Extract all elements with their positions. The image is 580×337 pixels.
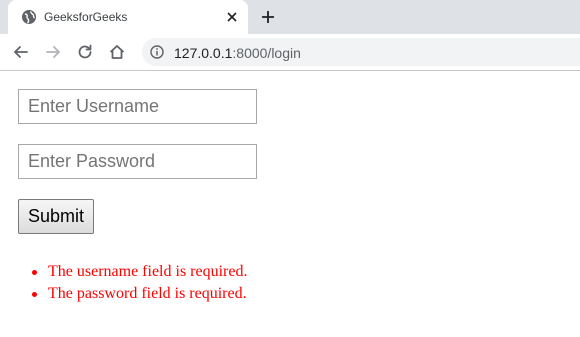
tab-title: GeeksforGeeks [44, 10, 128, 24]
error-text: The password field is required. [48, 285, 247, 302]
globe-icon [22, 10, 36, 24]
username-input[interactable] [18, 89, 257, 124]
password-input[interactable] [18, 144, 257, 179]
submit-button[interactable]: Submit [18, 199, 94, 234]
address-bar[interactable]: 127.0.0.1:8000/login [142, 38, 580, 66]
browser-tab[interactable]: GeeksforGeeks [8, 0, 248, 34]
error-message: The username field is required. [32, 261, 248, 283]
bullet [32, 270, 37, 275]
info-icon[interactable] [150, 45, 164, 59]
bullet [32, 292, 37, 297]
page-content: Submit The username field is required. T… [0, 71, 580, 337]
reload-icon[interactable] [75, 42, 95, 62]
browser-toolbar: 127.0.0.1:8000/login [0, 34, 580, 71]
error-text: The username field is required. [48, 263, 248, 280]
forward-arrow-icon[interactable] [43, 42, 63, 62]
error-list: The username field is required. The pass… [18, 261, 247, 305]
url-host: 127.0.0.1 [174, 45, 233, 61]
browser-window: GeeksforGeeks 127.0.0.1:8000/login Enter… [0, 0, 580, 337]
new-tab-icon[interactable] [258, 7, 278, 27]
close-icon[interactable] [224, 9, 240, 25]
error-message: The password field is required. [32, 283, 247, 305]
home-icon[interactable] [107, 42, 127, 62]
tab-strip: GeeksforGeeks [0, 0, 580, 34]
url-path: :8000/login [232, 45, 301, 61]
back-arrow-icon[interactable] [11, 42, 31, 62]
url-text: 127.0.0.1:8000/login [174, 45, 301, 61]
